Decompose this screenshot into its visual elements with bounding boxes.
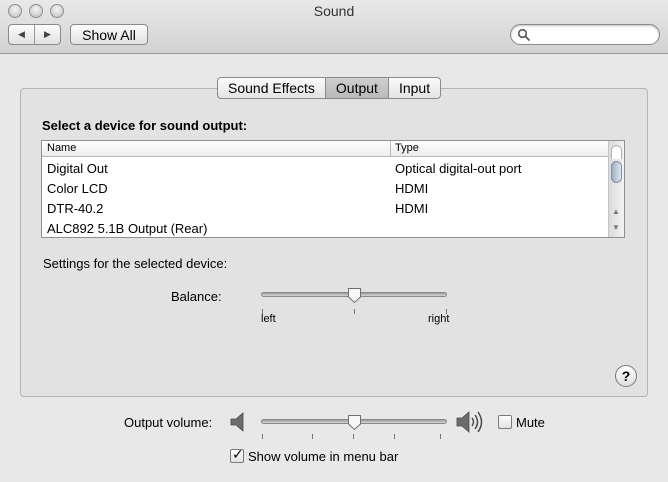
balance-label: Balance: bbox=[171, 289, 222, 304]
device-settings-label: Settings for the selected device: bbox=[43, 256, 228, 271]
column-header-type[interactable]: Type bbox=[395, 142, 419, 154]
scroll-up-icon[interactable]: ▲ bbox=[612, 207, 620, 216]
output-panel bbox=[20, 88, 648, 397]
show-volume-checkbox[interactable]: ✓ bbox=[230, 446, 244, 463]
column-divider bbox=[390, 141, 391, 157]
volume-tick bbox=[262, 434, 263, 439]
tab-bar: Sound Effects Output Input bbox=[217, 77, 442, 99]
tab-sound-effects[interactable]: Sound Effects bbox=[218, 78, 325, 98]
column-header-name[interactable]: Name bbox=[47, 142, 76, 154]
balance-slider-knob[interactable] bbox=[347, 287, 362, 304]
volume-tick bbox=[312, 434, 313, 439]
search-input[interactable] bbox=[533, 27, 653, 42]
back-forward-control: ◀ ▶ bbox=[8, 24, 61, 45]
table-row[interactable]: Color LCD HDMI bbox=[42, 178, 608, 198]
chevron-left-icon: ◀ bbox=[18, 29, 25, 39]
volume-tick bbox=[440, 434, 441, 439]
scroll-down-icon[interactable]: ▼ bbox=[612, 223, 620, 232]
window-title: Sound bbox=[313, 3, 355, 19]
toolbar: Sound ◀ ▶ Show All bbox=[0, 0, 668, 54]
show-all-button[interactable]: Show All bbox=[70, 24, 148, 45]
checkmark-icon: ✓ bbox=[232, 446, 244, 462]
table-row[interactable]: Digital Out Optical digital-out port bbox=[42, 158, 608, 178]
device-name: Digital Out bbox=[47, 161, 108, 176]
device-list-heading: Select a device for sound output: bbox=[42, 118, 248, 133]
tab-input[interactable]: Input bbox=[387, 78, 440, 98]
device-type: HDMI bbox=[395, 201, 429, 216]
search-field[interactable] bbox=[510, 24, 660, 45]
speaker-high-icon bbox=[456, 411, 483, 433]
table-row[interactable]: ALC892 5.1B Output (Rear) bbox=[42, 218, 608, 237]
volume-tick bbox=[394, 434, 395, 439]
volume-slider-knob[interactable] bbox=[347, 414, 362, 431]
volume-tick bbox=[353, 434, 354, 439]
mute-label[interactable]: Mute bbox=[516, 415, 545, 430]
device-name: Color LCD bbox=[47, 181, 108, 196]
device-name: DTR-40.2 bbox=[47, 201, 104, 216]
balance-right-label: right bbox=[428, 313, 450, 325]
search-icon bbox=[517, 28, 531, 42]
scrollbar-cap bbox=[611, 145, 622, 159]
tab-output[interactable]: Output bbox=[324, 78, 388, 98]
table-header: Name Type bbox=[42, 141, 608, 157]
speaker-low-icon bbox=[230, 412, 244, 432]
forward-button[interactable]: ▶ bbox=[34, 25, 60, 44]
device-type: HDMI bbox=[395, 181, 429, 196]
question-mark-icon: ? bbox=[621, 368, 631, 384]
balance-left-label: left bbox=[261, 313, 276, 325]
device-name: ALC892 5.1B Output (Rear) bbox=[47, 221, 208, 236]
back-button[interactable]: ◀ bbox=[9, 25, 34, 44]
mute-checkbox[interactable] bbox=[498, 415, 512, 429]
table-row[interactable]: DTR-40.2 HDMI bbox=[42, 198, 608, 218]
chevron-right-icon: ▶ bbox=[44, 29, 51, 39]
output-device-table: Name Type Digital Out Optical digital-ou… bbox=[41, 140, 625, 238]
device-type: Optical digital-out port bbox=[395, 161, 522, 176]
help-button[interactable]: ? bbox=[615, 365, 637, 387]
balance-tick bbox=[354, 309, 355, 314]
show-volume-label[interactable]: Show volume in menu bar bbox=[248, 449, 398, 464]
table-scrollbar[interactable]: ▲ ▼ bbox=[608, 141, 624, 237]
output-volume-label: Output volume: bbox=[124, 415, 213, 430]
scrollbar-thumb[interactable] bbox=[611, 161, 622, 183]
